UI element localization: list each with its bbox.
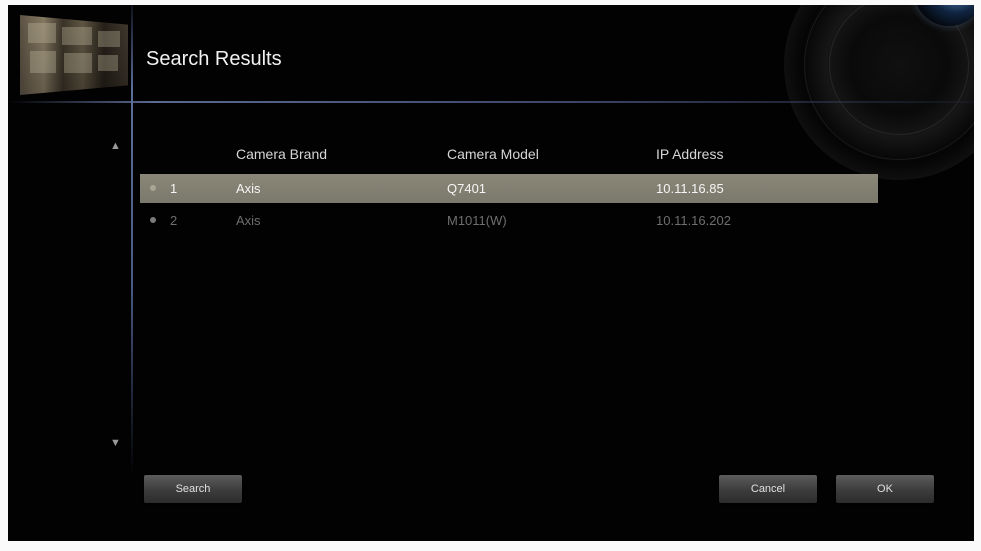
header-divider — [8, 101, 974, 103]
column-header-camera-brand: Camera Brand — [236, 146, 328, 162]
search-results-screen: Search Results ▲ ▼ Camera Brand Camera M… — [8, 5, 974, 541]
scroll-down-icon[interactable]: ▼ — [110, 437, 121, 449]
column-header-camera-model: Camera Model — [447, 146, 539, 162]
column-header-ip-address: IP Address — [656, 146, 724, 162]
ok-button[interactable]: OK — [836, 475, 934, 503]
row-brand: Axis — [236, 181, 261, 196]
row-radio[interactable] — [150, 185, 156, 191]
row-ip: 10.11.16.202 — [656, 213, 731, 228]
row-index: 2 — [170, 213, 178, 228]
cancel-button[interactable]: Cancel — [719, 475, 817, 503]
search-button[interactable]: Search — [144, 475, 242, 503]
row-radio[interactable] — [150, 217, 156, 223]
camera-grid-thumbnail — [20, 15, 128, 95]
page-title: Search Results — [146, 48, 282, 70]
table-row[interactable]: 1 Axis Q7401 10.11.16.85 — [140, 174, 878, 203]
scroll-up-icon[interactable]: ▲ — [110, 140, 121, 152]
row-ip: 10.11.16.85 — [656, 181, 724, 196]
row-brand: Axis — [236, 213, 261, 228]
row-index: 1 — [170, 181, 178, 196]
sidebar-divider — [131, 5, 133, 475]
row-model: Q7401 — [447, 181, 487, 196]
table-row[interactable]: 2 Axis M1011(W) 10.11.16.202 — [140, 206, 878, 235]
camera-lens-decoration — [784, 5, 974, 180]
row-model: M1011(W) — [447, 213, 507, 228]
